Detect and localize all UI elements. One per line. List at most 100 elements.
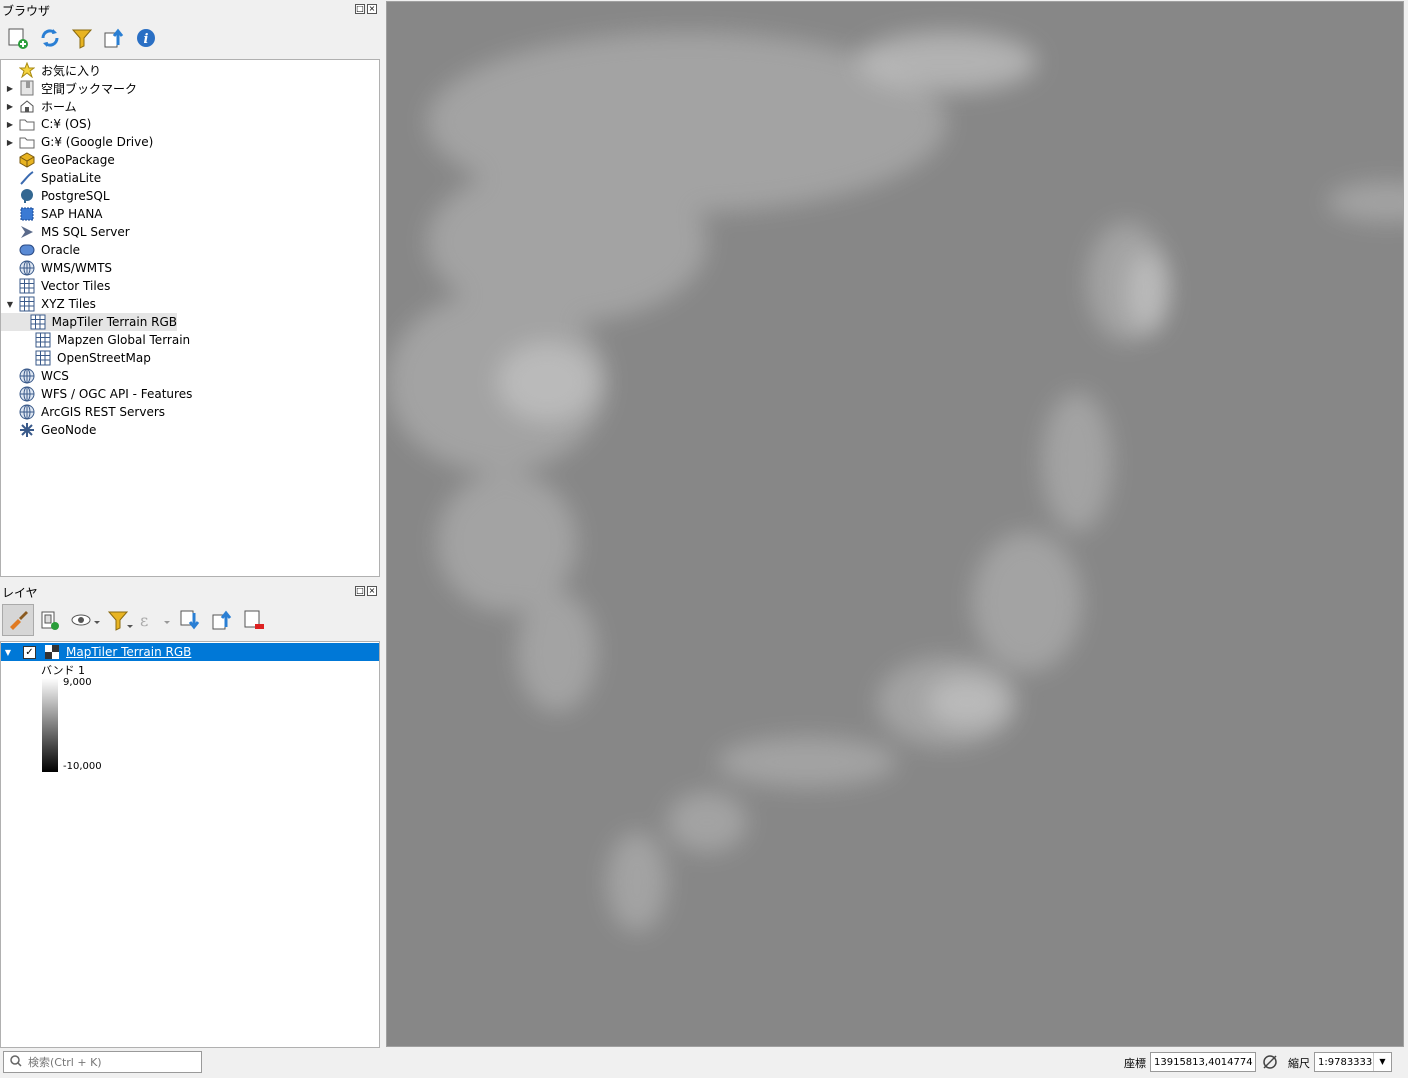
browser-panel-controls: □ ×	[355, 4, 377, 14]
properties-button[interactable]: i	[130, 22, 162, 54]
refresh-button[interactable]	[34, 22, 66, 54]
browser-item-label: GeoNode	[41, 423, 97, 437]
search-placeholder: 検索(Ctrl + K)	[28, 1056, 102, 1069]
browser-item-maptiler-terrain-rgb[interactable]: MapTiler Terrain RGB	[1, 313, 177, 331]
map-canvas[interactable]	[386, 1, 1404, 1047]
expand-arrow-icon[interactable]: ▼	[1, 648, 15, 657]
layers-panel: レイヤ □ × ε ▼ ✓ MapTiler Terrain RGB バンド 1…	[0, 582, 381, 1048]
browser-item-label: ホーム	[41, 99, 77, 114]
expand-arrow-icon[interactable]: ▶	[1, 102, 19, 111]
browser-item-wcs[interactable]: WCS	[1, 367, 69, 385]
add-group-button[interactable]	[34, 604, 66, 636]
layers-panel-controls: □ ×	[355, 586, 377, 596]
expand-arrow-icon[interactable]: ▶	[1, 120, 19, 129]
visibility-button[interactable]	[66, 604, 104, 636]
browser-item-label: OpenStreetMap	[57, 351, 151, 365]
add-group-icon	[41, 611, 59, 630]
filter-icon	[71, 29, 93, 49]
coordinate-label: 座標	[1124, 1057, 1146, 1070]
browser-item-xyz-tiles[interactable]: ▼ XYZ Tiles	[1, 295, 96, 313]
coordinate-field[interactable]: 13915813,4014774	[1150, 1052, 1256, 1072]
remove-layer-icon	[244, 610, 264, 629]
float-icon[interactable]: □	[355, 4, 365, 14]
collapse-all-button[interactable]	[98, 22, 130, 54]
legend-ramp	[42, 678, 58, 772]
remove-layer-button[interactable]	[238, 604, 270, 636]
browser-item-label: Vector Tiles	[41, 279, 111, 293]
grid-icon	[19, 278, 35, 294]
close-icon[interactable]: ×	[367, 586, 377, 596]
locator-search[interactable]: 検索(Ctrl + K)	[3, 1051, 202, 1073]
refresh-icon	[41, 29, 59, 47]
expression-filter-button[interactable]: ε	[136, 604, 174, 636]
scale-combo[interactable]: 1:9783333 ▼	[1314, 1052, 1392, 1072]
browser-item-spatialite[interactable]: SpatiaLite	[1, 169, 101, 187]
browser-item-label: WCS	[41, 369, 69, 383]
filter-button[interactable]	[66, 22, 98, 54]
layer-row[interactable]: ▼ ✓ MapTiler Terrain RGB	[1, 643, 379, 661]
style-panel-button[interactable]	[2, 604, 34, 636]
filter-legend-button[interactable]	[104, 604, 136, 636]
geonode-icon	[19, 422, 35, 438]
sap-hana-icon	[19, 206, 35, 222]
browser-tree[interactable]: お気に入り ▶ 空間ブックマーク ▶ ホーム ▶ C:¥ (OS) ▶ G:¥ (Google …	[0, 59, 380, 577]
grid-icon	[19, 296, 35, 312]
browser-item-label: お気に入り	[41, 63, 102, 78]
chevron-down-icon[interactable]: ▼	[1373, 1053, 1391, 1071]
expand-arrow-icon[interactable]: ▶	[1, 138, 19, 147]
browser-item-g-google-drive[interactable]: ▶ G:¥ (Google Drive)	[1, 133, 153, 151]
browser-item-wfs-ogc-api-features[interactable]: WFS / OGC API - Features	[1, 385, 192, 403]
info-icon: i	[137, 29, 155, 47]
browser-item-label: Oracle	[41, 243, 81, 257]
browser-item-wms-wmts[interactable]: WMS/WMTS	[1, 259, 112, 277]
svg-text:ε: ε	[140, 611, 148, 630]
globe-icon	[19, 404, 35, 420]
browser-item-label: SpatiaLite	[41, 171, 102, 185]
browser-item-label: 空間ブックマーク	[41, 81, 138, 96]
browser-item-geopackage[interactable]: GeoPackage	[1, 151, 115, 169]
browser-item-sap-hana[interactable]: SAP HANA	[1, 205, 103, 223]
status-bar: 検索(Ctrl + K) 座標 13915813,4014774 縮尺 1:97…	[0, 1048, 1408, 1078]
browser-item-c-os[interactable]: ▶ C:¥ (OS)	[1, 115, 91, 133]
add-layer-button[interactable]	[2, 22, 34, 54]
layers-toolbar: ε	[2, 604, 270, 636]
browser-item-vector-tiles[interactable]: Vector Tiles	[1, 277, 110, 295]
layers-tree[interactable]: ▼ ✓ MapTiler Terrain RGB バンド 1 9,000 -10…	[0, 641, 380, 1048]
scale-value: 1:9783333	[1318, 1056, 1373, 1068]
expand-icon	[180, 610, 200, 630]
close-icon[interactable]: ×	[367, 4, 377, 14]
collapse-all-button[interactable]	[206, 604, 238, 636]
browser-item-[interactable]: ▶ 空間ブックマーク	[1, 79, 137, 97]
expression-icon: ε	[140, 611, 170, 630]
browser-item-geonode[interactable]: GeoNode	[1, 421, 96, 439]
expand-arrow-icon[interactable]: ▶	[1, 84, 19, 93]
legend-max: 9,000	[63, 677, 92, 688]
paintbrush-icon	[10, 611, 28, 630]
browser-item-mapzen-global-terrain[interactable]: Mapzen Global Terrain	[1, 331, 190, 349]
browser-item-arcgis-rest-servers[interactable]: ArcGIS REST Servers	[1, 403, 165, 421]
float-icon[interactable]: □	[355, 586, 365, 596]
grid-icon	[35, 350, 51, 366]
browser-item-openstreetmap[interactable]: OpenStreetMap	[1, 349, 151, 367]
browser-item-oracle[interactable]: Oracle	[1, 241, 80, 259]
terrain-raster	[387, 32, 1403, 932]
expand-all-button[interactable]	[174, 604, 206, 636]
browser-item-label: MapTiler Terrain RGB	[51, 315, 177, 329]
spatialite-icon	[19, 170, 35, 186]
filter-icon	[107, 611, 133, 631]
layer-checkbox[interactable]: ✓	[23, 645, 36, 659]
browser-item-ms-sql-server[interactable]: MS SQL Server	[1, 223, 130, 241]
bookmark-icon	[19, 80, 35, 96]
globe-icon	[19, 260, 35, 276]
browser-item-[interactable]: お気に入り	[1, 61, 101, 79]
legend-min: -10,000	[63, 761, 102, 772]
coordinate-value: 13915813,4014774	[1154, 1056, 1253, 1068]
browser-item-label: G:¥ (Google Drive)	[41, 135, 154, 149]
oracle-icon	[19, 242, 35, 258]
browser-item-[interactable]: ▶ ホーム	[1, 97, 77, 115]
layer-name[interactable]: MapTiler Terrain RGB	[66, 645, 191, 659]
expand-arrow-icon[interactable]: ▼	[1, 300, 19, 309]
browser-item-postgresql[interactable]: PostgreSQL	[1, 187, 110, 205]
home-icon	[19, 98, 35, 114]
extents-toggle-icon[interactable]	[1262, 1054, 1278, 1073]
